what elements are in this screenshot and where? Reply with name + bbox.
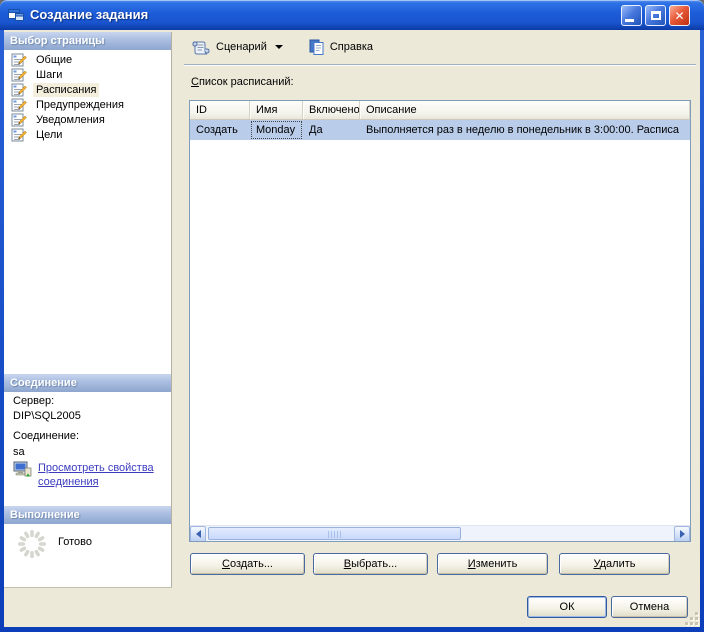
scrollbar-thumb[interactable] bbox=[208, 527, 461, 540]
list-header: ID Имя Включено Описание bbox=[190, 101, 690, 120]
help-button-label: Справка bbox=[329, 41, 373, 53]
sidebar: Выбор страницы Общие Шаги Расписания Пре… bbox=[4, 32, 172, 588]
maximize-icon bbox=[650, 11, 661, 20]
maximize-button[interactable] bbox=[645, 5, 666, 26]
schedule-list-label: Список расписаний: bbox=[191, 76, 294, 88]
resize-grip[interactable] bbox=[684, 611, 698, 625]
sidebar-item-alerts[interactable]: Предупреждения bbox=[4, 97, 171, 112]
script-scroll-icon bbox=[192, 41, 210, 55]
chevron-down-icon bbox=[274, 45, 283, 49]
create-job-dialog: Создание задания ✕ Выбор страницы Общие … bbox=[0, 0, 704, 632]
server-label: Сервер: bbox=[13, 395, 55, 407]
sidebar-item-label: Общие bbox=[36, 53, 73, 66]
page-pencil-icon bbox=[11, 98, 27, 111]
page-pencil-icon bbox=[11, 83, 27, 96]
scroll-right-button[interactable] bbox=[674, 526, 690, 541]
connection-properties-icon bbox=[13, 461, 32, 477]
horizontal-scrollbar[interactable] bbox=[190, 525, 690, 541]
connection-header: Соединение bbox=[4, 374, 171, 392]
cell-enabled: Да bbox=[309, 124, 323, 136]
pick-schedule-button[interactable]: Выбрать... bbox=[313, 553, 428, 575]
connection-value: sa bbox=[13, 446, 25, 458]
titlebar[interactable]: Создание задания ✕ bbox=[0, 0, 704, 30]
column-header-name[interactable]: Имя bbox=[250, 101, 303, 119]
sidebar-item-targets[interactable]: Цели bbox=[4, 127, 171, 142]
script-button-label: Сценарий bbox=[216, 41, 267, 53]
sidebar-item-label: Предупреждения bbox=[36, 98, 124, 111]
schedule-list[interactable]: ID Имя Включено Описание Создать Monday … bbox=[189, 100, 691, 542]
cell-name: Monday bbox=[250, 120, 303, 140]
connection-label: Соединение: bbox=[13, 430, 80, 442]
sidebar-item-schedules[interactable]: Расписания bbox=[4, 82, 171, 97]
toolbar-separator bbox=[184, 64, 696, 65]
view-connection-properties-link[interactable]: Просмотреть свойства соединения bbox=[13, 461, 164, 489]
edit-schedule-button[interactable]: Изменить bbox=[437, 553, 548, 575]
page-select-header: Выбор страницы bbox=[4, 32, 171, 50]
window-title: Создание задания bbox=[30, 7, 149, 22]
link-label: Просмотреть свойства соединения bbox=[38, 462, 154, 488]
server-value: DIP\SQL2005 bbox=[13, 410, 81, 422]
sidebar-item-notifications[interactable]: Уведомления bbox=[4, 112, 171, 127]
script-button[interactable]: Сценарий bbox=[188, 36, 286, 58]
page-pencil-icon bbox=[11, 53, 27, 66]
cell-id: Создать bbox=[196, 124, 238, 136]
cell-description: Выполняется раз в неделю в понедельник в… bbox=[366, 124, 680, 136]
cancel-button[interactable]: Отмена bbox=[611, 596, 688, 618]
dialog-footer: ОК Отмена bbox=[4, 588, 700, 627]
minimize-icon bbox=[624, 18, 634, 22]
sidebar-item-general[interactable]: Общие bbox=[4, 52, 171, 67]
progress-spinner-icon bbox=[18, 530, 46, 558]
scroll-left-icon bbox=[195, 530, 201, 538]
page-pencil-icon bbox=[11, 68, 27, 81]
page-pencil-icon bbox=[11, 113, 27, 126]
help-button[interactable]: Справка bbox=[304, 36, 376, 58]
sidebar-item-label: Расписания bbox=[33, 82, 100, 97]
table-row[interactable]: Создать Monday Да Выполняется раз в неде… bbox=[190, 120, 690, 140]
page-pencil-icon bbox=[11, 128, 27, 141]
close-icon: ✕ bbox=[674, 8, 685, 23]
create-schedule-button[interactable]: Создать... bbox=[190, 553, 305, 575]
progress-row: Готово bbox=[16, 528, 92, 560]
progress-status: Готово bbox=[58, 536, 92, 548]
sidebar-item-steps[interactable]: Шаги bbox=[4, 67, 171, 82]
minimize-button[interactable] bbox=[621, 5, 642, 26]
delete-schedule-button[interactable]: Удалить bbox=[559, 553, 670, 575]
sidebar-item-label: Уведомления bbox=[36, 113, 105, 126]
column-header-enabled[interactable]: Включено bbox=[303, 101, 360, 119]
page-list: Общие Шаги Расписания Предупреждения Уве… bbox=[4, 52, 171, 142]
scroll-right-icon bbox=[679, 530, 685, 538]
help-doc-icon bbox=[309, 39, 324, 55]
dialog-body: Выбор страницы Общие Шаги Расписания Пре… bbox=[4, 30, 700, 627]
progress-header: Выполнение bbox=[4, 506, 171, 524]
sidebar-item-label: Шаги bbox=[36, 68, 63, 81]
toolbar: Сценарий Справка bbox=[188, 35, 376, 59]
close-button[interactable]: ✕ bbox=[669, 5, 690, 26]
ok-button[interactable]: ОК bbox=[527, 596, 607, 618]
form-window-icon bbox=[8, 9, 24, 21]
column-header-description[interactable]: Описание bbox=[360, 101, 690, 119]
sidebar-item-label: Цели bbox=[36, 128, 63, 141]
scroll-left-button[interactable] bbox=[190, 526, 206, 541]
content-pane: Сценарий Справка Список расписаний: ID И… bbox=[182, 30, 700, 588]
column-header-id[interactable]: ID bbox=[190, 101, 250, 119]
